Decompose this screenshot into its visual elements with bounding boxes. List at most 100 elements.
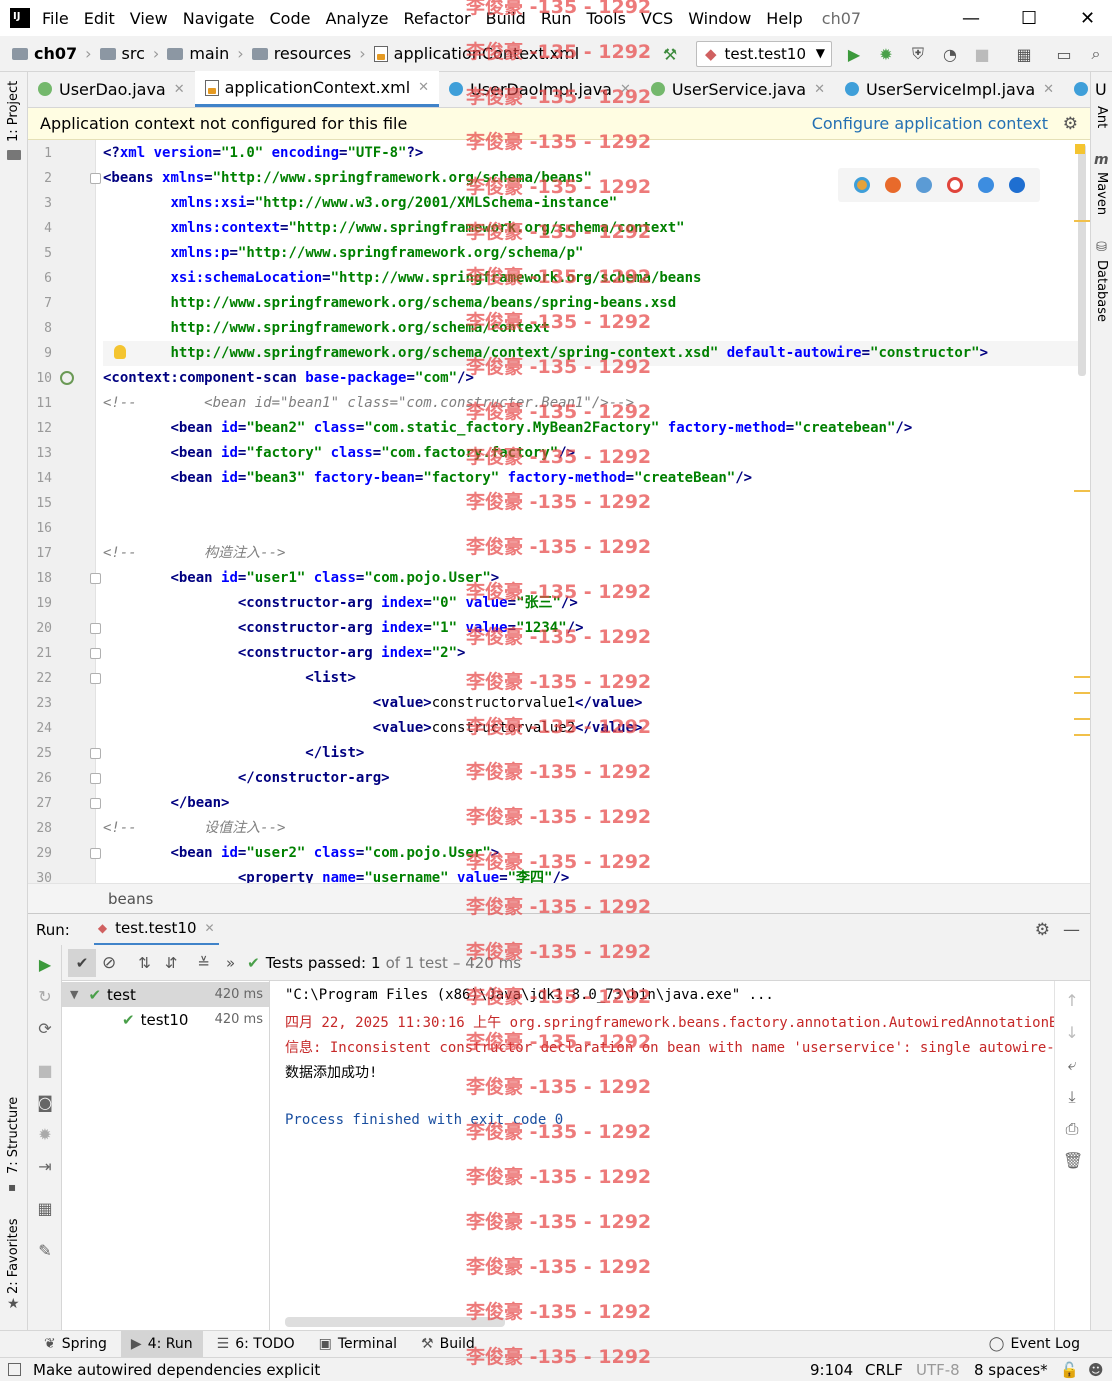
line-number[interactable]: 5 xyxy=(28,246,52,261)
firefox-icon[interactable] xyxy=(884,177,901,193)
line-number[interactable]: 28 xyxy=(28,821,52,836)
internet-explorer-icon[interactable] xyxy=(977,177,994,193)
tab-userdao[interactable]: UserDao.java ✕ xyxy=(28,71,195,107)
sort-duration-icon[interactable]: ⇵ xyxy=(165,954,178,972)
crumb-resources[interactable]: resources xyxy=(251,44,351,63)
favorites-tool-button[interactable]: 2: Favorites xyxy=(6,1218,21,1294)
menu-file[interactable]: File xyxy=(42,9,69,28)
menu-view[interactable]: View xyxy=(130,9,168,28)
run-icon[interactable]: ▶ xyxy=(844,44,864,64)
stop-icon[interactable]: ■ xyxy=(972,44,992,64)
close-tab-icon[interactable]: ✕ xyxy=(418,80,429,95)
run-tab[interactable]: ◆ test.test10 ✕ xyxy=(93,914,219,946)
run-configuration-select[interactable]: ◆ test.test10 ▼ xyxy=(696,41,832,67)
line-number[interactable]: 6 xyxy=(28,271,52,286)
edge-icon[interactable] xyxy=(1008,177,1025,193)
menu-analyze[interactable]: Analyze xyxy=(325,9,388,28)
fold-marker-icon[interactable] xyxy=(90,573,101,584)
line-number[interactable]: 18 xyxy=(28,571,52,586)
crumb-project[interactable]: ch07 xyxy=(12,44,77,63)
line-number[interactable]: 7 xyxy=(28,296,52,311)
tab-userserviceimpl[interactable]: UserServiceImpl.java ✕ xyxy=(835,71,1064,107)
rerun-icon[interactable]: ▶ xyxy=(36,955,54,974)
spring-tool-button[interactable]: ❦ Spring xyxy=(34,1331,117,1358)
hide-panel-icon[interactable]: — xyxy=(1063,920,1080,940)
crumb-src[interactable]: src xyxy=(99,44,145,63)
fold-marker-icon[interactable] xyxy=(90,623,101,634)
line-number[interactable]: 13 xyxy=(28,446,52,461)
warning-stripe-icon[interactable] xyxy=(1075,144,1085,154)
line-number[interactable]: 12 xyxy=(28,421,52,436)
line-number[interactable]: 3 xyxy=(28,196,52,211)
maven-tool-button[interactable]: Maven xyxy=(1094,172,1109,215)
gear-icon[interactable]: ⚙ xyxy=(1035,920,1050,940)
line-number[interactable]: 1 xyxy=(28,146,52,161)
code-editor[interactable]: 1 2 3 4 5 6 7 8 9 10 11 12 13 14 15 16 17 18 19 20 21 22 23 24 2… xyxy=(28,140,1090,883)
fold-marker-icon[interactable] xyxy=(90,848,101,859)
line-number[interactable]: 2 xyxy=(28,171,52,186)
line-number[interactable]: 23 xyxy=(28,696,52,711)
line-number[interactable]: 22 xyxy=(28,671,52,686)
expand-all-icon[interactable]: ≚ xyxy=(197,954,210,972)
lock-icon[interactable]: 🔓 xyxy=(1060,1361,1079,1379)
line-number[interactable]: 9 xyxy=(28,346,52,361)
database-tool-button[interactable]: Database xyxy=(1094,260,1109,322)
menu-edit[interactable]: Edit xyxy=(84,9,115,28)
close-tab-icon[interactable]: ✕ xyxy=(814,82,825,97)
menu-tools[interactable]: Tools xyxy=(587,9,626,28)
line-number[interactable]: 19 xyxy=(28,596,52,611)
debug-icon[interactable]: ✹ xyxy=(36,1125,54,1144)
line-number[interactable]: 15 xyxy=(28,496,52,511)
fold-marker-icon[interactable] xyxy=(90,673,101,684)
tab-applicationcontext[interactable]: applicationContext.xml ✕ xyxy=(194,71,440,107)
line-number[interactable]: 11 xyxy=(28,396,52,411)
line-number[interactable]: 8 xyxy=(28,321,52,336)
spring-bean-gutter-icon[interactable] xyxy=(60,371,74,385)
console-output[interactable]: "C:\Program Files (x86)\Java\jdk1.8.0_73… xyxy=(270,981,1054,1330)
close-tab-icon[interactable]: ✕ xyxy=(174,82,185,97)
pin-icon[interactable]: ✎ xyxy=(36,1241,54,1260)
line-separator[interactable]: CRLF xyxy=(865,1361,903,1379)
import-icon[interactable]: ⇥ xyxy=(36,1157,54,1176)
line-number[interactable]: 26 xyxy=(28,771,52,786)
line-number[interactable]: 30 xyxy=(28,871,52,883)
run-tool-button[interactable]: ▶ 4: Run xyxy=(120,1330,203,1358)
tab-userservice[interactable]: UserService.java ✕ xyxy=(641,71,835,107)
menu-refactor[interactable]: Refactor xyxy=(404,9,471,28)
project-structure-icon[interactable]: ▦ xyxy=(1014,44,1034,64)
line-number[interactable]: 10 xyxy=(28,371,52,386)
event-log-button[interactable]: ◯ Event Log xyxy=(979,1331,1090,1358)
stop-icon[interactable]: ■ xyxy=(36,1061,54,1080)
snapshot-camera-icon[interactable]: ◙ xyxy=(36,1093,54,1112)
menu-help[interactable]: Help xyxy=(766,9,802,28)
line-number[interactable]: 4 xyxy=(28,221,52,236)
todo-tool-button[interactable]: ☰ 6: TODO xyxy=(207,1331,305,1358)
presentation-icon[interactable]: ▭ xyxy=(1054,44,1074,64)
close-window-icon[interactable]: ✕ xyxy=(1080,8,1095,29)
toggle-tool-windows-icon[interactable] xyxy=(8,1363,21,1376)
build-hammer-icon[interactable]: ⚒ xyxy=(660,44,680,64)
rerun-failed-icon[interactable]: ↻ xyxy=(36,987,54,1006)
fold-marker-icon[interactable] xyxy=(90,798,101,809)
minimize-icon[interactable]: — xyxy=(962,8,980,29)
build-tool-button[interactable]: ⚒ Build xyxy=(411,1331,485,1358)
profile-icon[interactable]: ◔ xyxy=(940,44,960,64)
sort-alpha-icon[interactable]: ⇅ xyxy=(138,954,151,972)
test-case-node[interactable]: ✔ test10 420 ms xyxy=(62,1007,269,1032)
line-number[interactable]: 25 xyxy=(28,746,52,761)
intention-bulb-icon[interactable] xyxy=(114,345,126,359)
menu-run[interactable]: Run xyxy=(541,9,572,28)
file-encoding[interactable]: UTF-8 xyxy=(916,1361,960,1379)
indent-setting[interactable]: 8 spaces* xyxy=(974,1361,1048,1379)
down-arrow-icon[interactable]: ↓ xyxy=(1063,1023,1081,1042)
console-hscrollbar[interactable] xyxy=(285,1317,505,1327)
menu-code[interactable]: Code xyxy=(270,9,311,28)
xml-breadcrumb[interactable]: beans xyxy=(28,883,1090,913)
tab-userdaoimpl[interactable]: UserDaoImpl.java ✕ xyxy=(439,71,641,107)
menu-build[interactable]: Build xyxy=(486,9,526,28)
line-number[interactable]: 17 xyxy=(28,546,52,561)
soft-wrap-icon[interactable]: ⤶ xyxy=(1063,1055,1081,1074)
debug-icon[interactable]: ✹ xyxy=(876,44,896,64)
gear-icon[interactable]: ⚙ xyxy=(1063,114,1078,134)
line-number[interactable]: 21 xyxy=(28,646,52,661)
